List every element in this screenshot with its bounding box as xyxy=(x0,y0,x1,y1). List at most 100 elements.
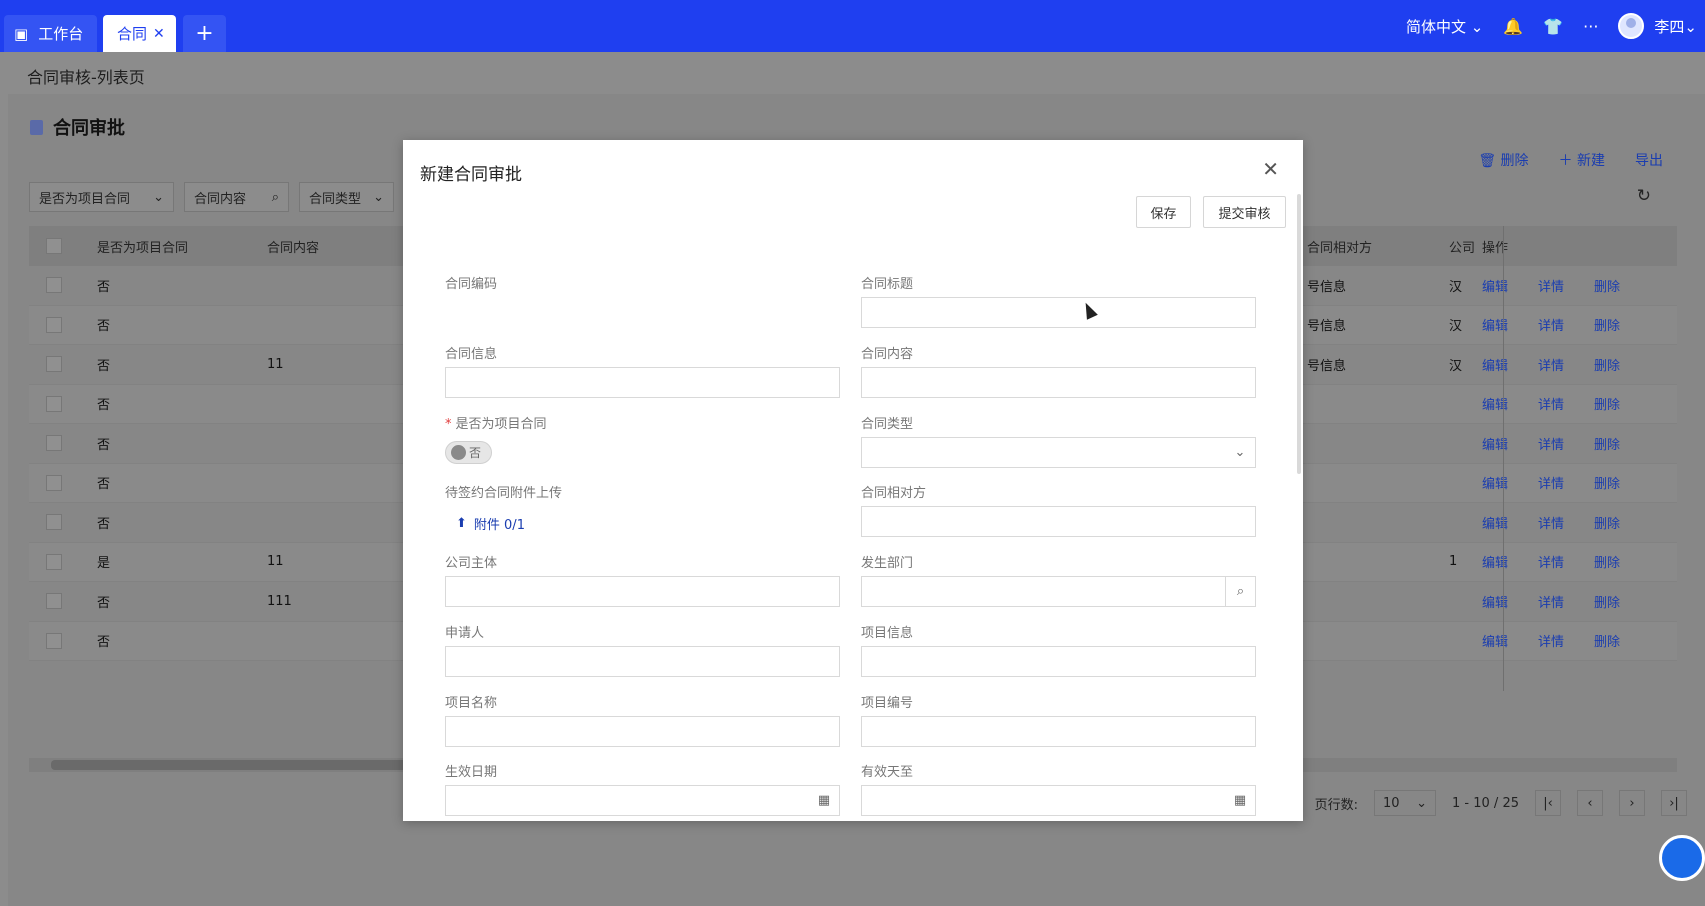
row-checkbox[interactable] xyxy=(46,553,62,570)
upload-attachment-button[interactable]: ⬆ 附件 0/1 xyxy=(456,514,525,533)
row-checkbox[interactable] xyxy=(46,435,62,452)
project-no-label: 项目编号 xyxy=(861,696,914,711)
save-button[interactable]: 保存 xyxy=(1136,196,1191,228)
shirt-icon[interactable]: 👕 xyxy=(1543,17,1563,36)
org-search-icon[interactable]: ⌕ xyxy=(1225,577,1255,606)
workbench-icon: ▣ xyxy=(14,24,29,43)
document-icon xyxy=(30,119,43,135)
assistant-float-button[interactable] xyxy=(1659,835,1705,881)
bell-icon[interactable]: 🔔 xyxy=(1503,17,1523,36)
edit-link[interactable]: 编辑 xyxy=(1482,552,1508,571)
detail-link[interactable]: 详情 xyxy=(1538,592,1564,611)
cell-party: 号信息 xyxy=(1307,279,1347,295)
row-checkbox[interactable] xyxy=(46,474,62,491)
last-page-button[interactable]: ›| xyxy=(1661,790,1687,816)
applicant-input[interactable] xyxy=(445,646,840,677)
cell-is-project: 否 xyxy=(97,279,111,295)
project-name-input[interactable] xyxy=(445,716,840,747)
delete-link[interactable]: 删除 xyxy=(1594,394,1620,413)
filter-content[interactable]: 合同内容 ⌕ xyxy=(184,182,289,212)
cell-is-project: 否 xyxy=(97,635,111,651)
delete-link[interactable]: 删除 xyxy=(1594,552,1620,571)
filter-type[interactable]: 合同类型 ⌄ xyxy=(299,182,394,212)
select-all-checkbox[interactable] xyxy=(46,238,62,254)
edit-link[interactable]: 编辑 xyxy=(1482,592,1508,611)
info-label: 合同信息 xyxy=(445,347,498,362)
scrollbar-thumb[interactable] xyxy=(51,760,431,770)
export-button[interactable]: 导出 xyxy=(1635,150,1663,170)
avatar-icon[interactable] xyxy=(1618,13,1645,39)
row-checkbox[interactable] xyxy=(46,514,62,531)
effective-date-input[interactable]: ▦ xyxy=(445,785,840,816)
edit-link[interactable]: 编辑 xyxy=(1482,513,1508,532)
first-page-button[interactable]: |‹ xyxy=(1535,790,1561,816)
user-menu[interactable]: 李四⌄ xyxy=(1654,16,1697,37)
detail-link[interactable]: 详情 xyxy=(1538,552,1564,571)
prev-page-button[interactable]: ‹ xyxy=(1577,790,1603,816)
detail-link[interactable]: 详情 xyxy=(1538,355,1564,374)
refresh-icon[interactable]: ↻ xyxy=(1637,186,1651,206)
title-input[interactable] xyxy=(861,297,1256,328)
row-checkbox[interactable] xyxy=(46,277,62,294)
more-icon[interactable]: ··· xyxy=(1583,17,1598,36)
attachment-label: 待签约合同附件上传 xyxy=(445,486,563,501)
row-checkbox[interactable] xyxy=(46,593,62,610)
edit-link[interactable]: 编辑 xyxy=(1482,315,1508,334)
delete-link[interactable]: 删除 xyxy=(1594,315,1620,334)
detail-link[interactable]: 详情 xyxy=(1538,513,1564,532)
valid-until-input[interactable]: ▦ xyxy=(861,785,1256,816)
edit-link[interactable]: 编辑 xyxy=(1482,473,1508,492)
content-input[interactable] xyxy=(861,367,1256,398)
dept-label: 发生部门 xyxy=(861,556,914,571)
party-input[interactable] xyxy=(861,506,1256,537)
delete-link[interactable]: 删除 xyxy=(1594,631,1620,650)
cell-is-project: 否 xyxy=(97,319,111,335)
add-tab-button[interactable]: + xyxy=(183,15,226,52)
edit-link[interactable]: 编辑 xyxy=(1482,631,1508,650)
edit-link[interactable]: 编辑 xyxy=(1482,355,1508,374)
delete-link[interactable]: 删除 xyxy=(1594,513,1620,532)
cell-company: 1 xyxy=(1449,554,1458,570)
close-icon[interactable]: ✕ xyxy=(153,26,165,42)
delete-link[interactable]: 删除 xyxy=(1594,592,1620,611)
close-icon[interactable]: ✕ xyxy=(1262,157,1279,181)
detail-link[interactable]: 详情 xyxy=(1538,394,1564,413)
info-input[interactable] xyxy=(445,367,840,398)
edit-link[interactable]: 编辑 xyxy=(1482,434,1508,453)
cell-company: 汉⁠ xyxy=(1449,279,1463,295)
filter-is-project[interactable]: 是否为项目合同 ⌄ xyxy=(29,182,174,212)
detail-link[interactable]: 详情 xyxy=(1538,631,1564,650)
is-project-toggle[interactable]: 否 xyxy=(445,441,492,464)
detail-link[interactable]: 详情 xyxy=(1538,473,1564,492)
detail-link[interactable]: 详情 xyxy=(1538,315,1564,334)
submit-review-button[interactable]: 提交审核 xyxy=(1203,196,1286,228)
row-checkbox[interactable] xyxy=(46,356,62,373)
row-checkbox[interactable] xyxy=(46,316,62,333)
delete-link[interactable]: 删除 xyxy=(1594,276,1620,295)
tab-workbench[interactable]: ▣ 工作台 xyxy=(4,15,97,52)
detail-link[interactable]: 详情 xyxy=(1538,276,1564,295)
language-select[interactable]: 简体中文 ⌄ xyxy=(1406,16,1483,37)
delete-link[interactable]: 删除 xyxy=(1594,473,1620,492)
delete-link[interactable]: 删除 xyxy=(1594,355,1620,374)
edit-link[interactable]: 编辑 xyxy=(1482,394,1508,413)
project-info-input[interactable] xyxy=(861,646,1256,677)
edit-link[interactable]: 编辑 xyxy=(1482,276,1508,295)
new-button[interactable]: ＋ 新建 xyxy=(1559,150,1605,170)
page-size-select[interactable]: 10 ⌄ xyxy=(1374,790,1437,816)
tab-contract[interactable]: 合同 ✕ xyxy=(103,15,176,52)
toggle-knob xyxy=(451,445,466,460)
row-checkbox[interactable] xyxy=(46,632,62,649)
detail-link[interactable]: 详情 xyxy=(1538,434,1564,453)
company-input[interactable] xyxy=(445,576,840,607)
cell-company: 汉 xyxy=(1449,319,1463,335)
delete-button[interactable]: 🗑 删除 xyxy=(1478,150,1528,170)
dept-input[interactable]: ⌕ xyxy=(861,576,1256,607)
type-select[interactable]: ⌄ xyxy=(861,437,1256,468)
delete-link[interactable]: 删除 xyxy=(1594,434,1620,453)
modal-scrollbar[interactable] xyxy=(1297,194,1301,474)
page-title: 合同审批 xyxy=(30,114,125,140)
row-checkbox[interactable] xyxy=(46,395,62,412)
next-page-button[interactable]: › xyxy=(1619,790,1645,816)
project-no-input[interactable] xyxy=(861,716,1256,747)
